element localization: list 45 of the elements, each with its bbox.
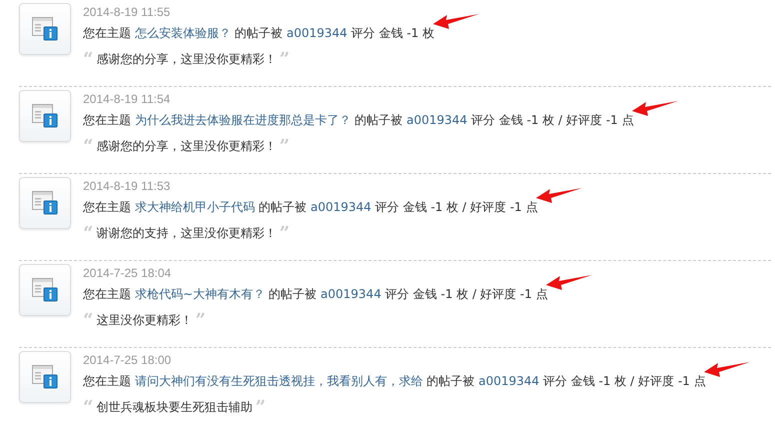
user-link[interactable]: a0019344 <box>310 200 372 214</box>
notice-time: 2014-8-19 11:54 <box>83 92 172 106</box>
notice-message: 您在主题 求枪代码~大神有木有？ 的帖子被 a0019344 评分 金钱 -1 枚 / 好评度 -1 点 <box>83 286 548 303</box>
notice-message: 您在主题 怎么安装体验服？ 的帖子被 a0019344 评分 金钱 -1 枚 <box>83 25 434 42</box>
notice-message: 您在主题 求大神给机甲小子代码 的帖子被 a0019344 评分 金钱 -1 枚 / 好评度 -1 点 <box>83 199 538 216</box>
notice-time: 2014-8-19 11:53 <box>83 179 172 193</box>
arrow-icon <box>546 272 592 290</box>
notice-time: 2014-7-25 18:00 <box>83 353 172 367</box>
info-window-icon <box>32 365 58 389</box>
close-quote-mark: ” <box>255 400 266 414</box>
topic-link[interactable]: 求大神给机甲小子代码 <box>134 200 255 214</box>
quote-text: 创世兵魂板块要生死狙击辅助 <box>96 399 252 416</box>
notice-time: 2014-8-19 11:55 <box>83 5 172 19</box>
open-quote-mark: “ <box>83 140 94 154</box>
close-quote-mark: ” <box>279 52 290 66</box>
user-link[interactable]: a0019344 <box>406 113 468 127</box>
arrow-icon <box>632 98 678 116</box>
notice-message: 您在主题 请问大神们有没有生死狙击透视挂，我看别人有，求给 的帖子被 a0019344 评分 金钱 -1 枚 / 好评度 -1 点 <box>83 373 706 390</box>
info-window-icon <box>32 104 58 128</box>
info-window-icon <box>32 278 58 302</box>
topic-link[interactable]: 求枪代码~大神有木有？ <box>134 287 265 301</box>
quote-text: 谢谢您的支持，这里没你更精彩！ <box>96 225 276 242</box>
open-quote-mark: “ <box>83 52 94 66</box>
topic-link[interactable]: 怎么安装体验服？ <box>134 26 231 40</box>
notice-time: 2014-7-25 18:04 <box>83 266 172 280</box>
quote-text: 感谢您的分享，这里没你更精彩！ <box>96 138 276 155</box>
arrow-icon <box>536 186 582 204</box>
notice-message: 您在主题 为什么我进去体验服在进度那总是卡了？ 的帖子被 a0019344 评分 金钱 -1 枚 / 好评度 -1 点 <box>83 112 634 129</box>
user-link[interactable]: a0019344 <box>478 374 540 388</box>
open-quote-mark: “ <box>83 226 94 240</box>
open-quote-mark: “ <box>83 314 94 328</box>
quote-text: 这里没你更精彩！ <box>96 312 192 329</box>
user-link[interactable]: a0019344 <box>286 26 348 40</box>
close-quote-mark: ” <box>195 314 206 328</box>
open-quote-mark: “ <box>83 400 94 414</box>
info-window-icon <box>32 17 58 41</box>
topic-link[interactable]: 请问大神们有没有生死狙击透视挂，我看别人有，求给 <box>134 374 423 388</box>
close-quote-mark: ” <box>279 226 290 240</box>
quote-text: 感谢您的分享，这里没你更精彩！ <box>96 51 276 68</box>
topic-link[interactable]: 为什么我进去体验服在进度那总是卡了？ <box>134 113 351 127</box>
arrow-icon <box>704 360 750 378</box>
user-link[interactable]: a0019344 <box>320 287 382 301</box>
close-quote-mark: ” <box>279 140 290 154</box>
info-window-icon <box>32 191 58 215</box>
arrow-icon <box>432 12 478 30</box>
